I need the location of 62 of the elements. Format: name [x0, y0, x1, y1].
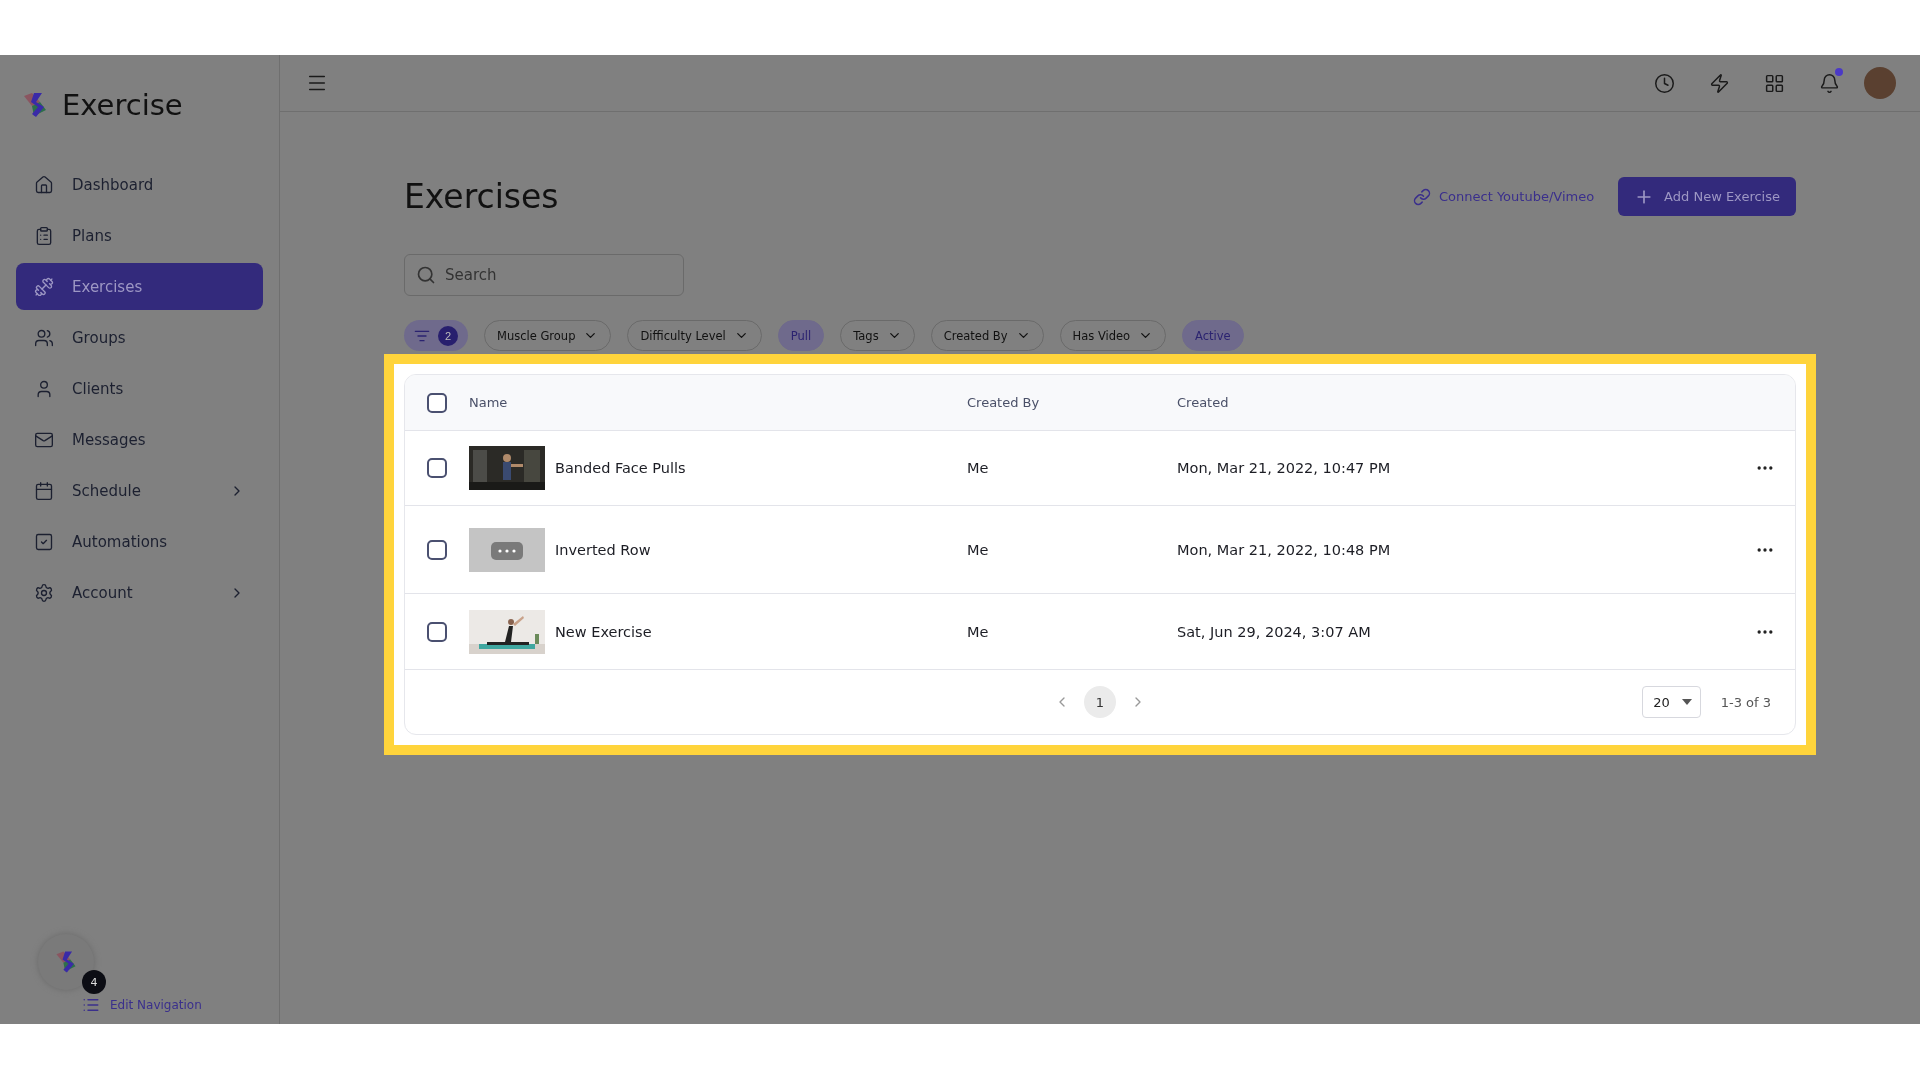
sidebar-item-label: Schedule: [72, 481, 142, 500]
search-icon: [416, 265, 436, 285]
sidebar-item-label: Plans: [72, 226, 113, 245]
pagination-range: 1-3 of 3: [1720, 694, 1771, 710]
column-header: Created: [1177, 395, 1230, 410]
calendar-icon: [34, 480, 54, 501]
checkbox[interactable]: [427, 392, 447, 413]
caret-icon: [1681, 699, 1692, 705]
lightning-icon[interactable]: [1709, 72, 1730, 94]
filter-chip[interactable]: Active: [1182, 320, 1244, 351]
exercise-name: Inverted Row: [555, 541, 651, 558]
sidebar-item-label: Dashboard: [72, 175, 155, 194]
sidebar-item-label: Automations: [72, 532, 169, 551]
dumbbell-icon: [34, 276, 54, 297]
avatar[interactable]: [1864, 67, 1896, 99]
sidebar-item-label: Account: [72, 583, 134, 602]
column-header: Name: [469, 395, 509, 410]
checkbox[interactable]: [427, 458, 447, 478]
search-field[interactable]: Search: [404, 254, 684, 296]
sidebar-item[interactable]: Schedule: [16, 467, 263, 514]
sidebar-item[interactable]: Dashboard: [16, 161, 263, 208]
table-cell-text: Mon, Mar 21, 2022, 10:48 PM: [1177, 541, 1392, 558]
settings-icon: [34, 582, 54, 603]
sidebar-item[interactable]: Automations: [16, 518, 263, 565]
sidebar-item[interactable]: Plans: [16, 212, 263, 259]
filter-button[interactable]: 2: [404, 320, 468, 351]
exercise-name: New Exercise: [555, 623, 652, 640]
table-cell-text: Sat, Jun 29, 2024, 3:07 AM: [1177, 623, 1372, 640]
brand-name: Exercise: [62, 88, 183, 122]
exercise-name: Banded Face Pulls: [555, 460, 686, 476]
edit-navigation-link[interactable]: Edit Navigation: [82, 996, 202, 1014]
sidebar-item[interactable]: Clients: [16, 365, 263, 412]
users-icon: [34, 327, 54, 348]
home-icon: [34, 174, 54, 195]
link-icon: [1413, 187, 1431, 206]
grid-icon[interactable]: [1764, 72, 1785, 94]
count-badge: 4: [82, 970, 106, 994]
checkbox-icon: [34, 531, 54, 552]
page-size-select[interactable]: 20: [1642, 686, 1701, 718]
column-header: Created By: [967, 395, 1041, 410]
sidebar-item[interactable]: Messages: [16, 416, 263, 463]
sidebar-item-label: Exercises: [72, 277, 144, 296]
sidebar-item-label: Clients: [72, 379, 125, 398]
page-button[interactable]: 1: [1084, 686, 1116, 718]
table-cell-text: Me: [967, 623, 990, 640]
sidebar-item[interactable]: Account: [16, 569, 263, 616]
clock-icon[interactable]: [1654, 72, 1675, 94]
sidebar-item[interactable]: Exercises: [16, 263, 263, 310]
list-icon: [82, 996, 100, 1014]
table-cell-text: Mon, Mar 21, 2022, 10:47 PM: [1177, 460, 1392, 476]
table-cell-text: Me: [967, 541, 990, 558]
checkbox[interactable]: [427, 539, 447, 560]
table-cell-text: Me: [967, 460, 990, 476]
filter-chip[interactable]: Pull: [777, 320, 825, 351]
sidebar-item-label: Groups: [72, 328, 127, 347]
sidebar-item[interactable]: Groups: [16, 314, 263, 361]
page-title: Exercises: [404, 177, 560, 216]
add-button[interactable]: Add New Exercise: [1618, 177, 1796, 216]
sidebar-item-label: Messages: [72, 430, 147, 449]
clipboard-icon: [34, 225, 54, 246]
checkbox[interactable]: [427, 621, 447, 642]
connect-link[interactable]: Connect Youtube/Vimeo: [1413, 187, 1595, 206]
